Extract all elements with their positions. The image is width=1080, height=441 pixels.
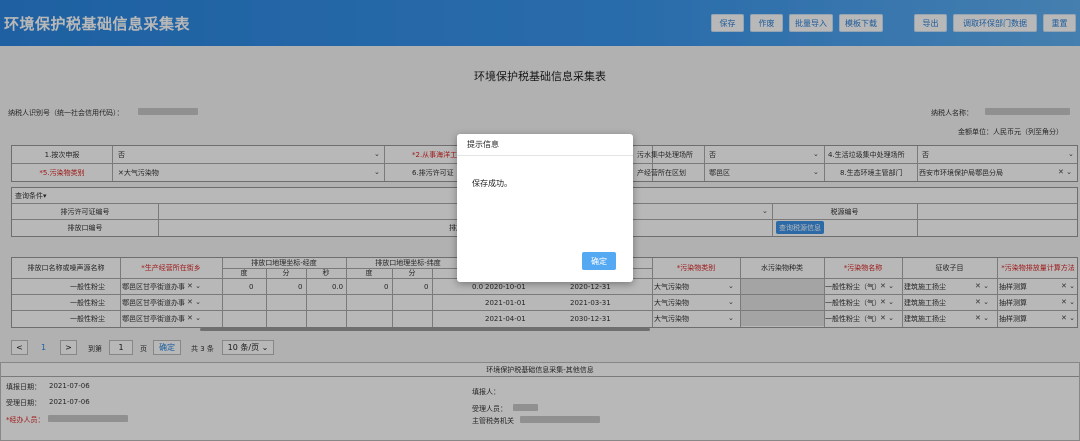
dialog-message: 保存成功。 <box>472 179 512 188</box>
dialog-ok-button[interactable]: 确定 <box>582 252 616 270</box>
dialog-title: 提示信息 <box>457 134 633 156</box>
alert-dialog: 提示信息 保存成功。 确定 <box>457 134 633 282</box>
